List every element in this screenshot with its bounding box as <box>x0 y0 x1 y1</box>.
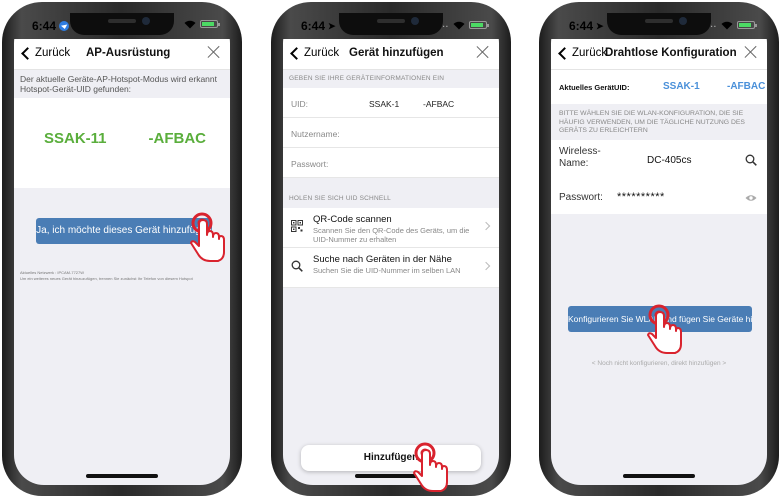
nav-bar: Zurück AP-Ausrüstung <box>14 39 230 70</box>
tap-hand-icon <box>413 442 448 492</box>
chevron-right-icon <box>481 221 491 231</box>
chevron-left-icon <box>290 46 303 60</box>
status-time: 6:44 <box>569 19 594 33</box>
wireless-name-value: DC-405cs <box>647 155 692 166</box>
scan-qr-title: QR-Code scannen <box>313 214 392 225</box>
network-note: Aktuelles Netzwerk : IPCAM-7727W Um ein … <box>20 270 226 281</box>
content: Aktuelles GerätUID: SSAK-1 -AFBAC BITTE … <box>551 70 767 485</box>
screen-wireless-config: 6:44➤ .... Zurück Drahtlose Konfiguratio… <box>551 13 767 485</box>
tap-hand-icon <box>647 304 682 354</box>
page-title: Drahtlose Konfiguration <box>605 47 737 59</box>
current-uid-value-1: SSAK-1 <box>663 81 700 92</box>
notch <box>339 13 443 35</box>
skip-config-link[interactable]: < Noch nicht konfigurieren, direkt hinzu… <box>551 360 767 367</box>
confirm-add-device-button[interactable]: Ja, ich möchte dieses Gerät hinzufügen <box>36 218 212 244</box>
search-nearby-item[interactable]: Suche nach Geräten in der Nähe Suchen Si… <box>283 248 499 288</box>
back-label: Zurück <box>304 47 340 59</box>
back-label: Zurück <box>572 47 608 59</box>
wireless-name-field[interactable]: Wireless-Name: DC-405cs <box>551 140 767 183</box>
wifi-icon <box>184 20 196 29</box>
screen-add-device: 6:44➤ .... Zurück Gerät hinzufügen GEBEN… <box>283 13 499 485</box>
password-field[interactable]: Passwort: <box>283 148 499 178</box>
chevron-left-icon <box>21 46 34 60</box>
uid-box: SSAK-11 -AFBAC <box>14 98 230 188</box>
hotspot-info-text: Der aktuelle Geräte-AP-Hotspot-Modus wir… <box>14 70 230 98</box>
section-header-device-info: GEBEN SIE IHRE GERÄTEINFORMATIONEN EIN <box>289 75 445 82</box>
wifi-config-description: BITTE WÄHLEN SIE DIE WLAN-KONFIGURATION,… <box>559 110 745 134</box>
content: Der aktuelle Geräte-AP-Hotspot-Modus wir… <box>14 70 230 485</box>
back-button[interactable]: Zurück <box>289 46 340 60</box>
back-button[interactable]: Zurück <box>20 46 71 60</box>
chevron-left-icon <box>558 46 571 60</box>
uid-part-1: SSAK-11 <box>44 130 107 147</box>
eye-icon[interactable] <box>745 194 757 202</box>
status-time: 6:44 <box>301 19 326 33</box>
battery-icon <box>737 20 757 29</box>
search-nearby-subtitle: Suchen Sie die UID-Nummer im selben LAN <box>313 266 461 275</box>
status-time: 6:44 <box>32 19 57 33</box>
notch <box>607 13 711 35</box>
close-icon[interactable] <box>743 44 757 58</box>
nav-bar: Zurück Drahtlose Konfiguration <box>551 39 767 70</box>
wifi-icon <box>721 21 733 29</box>
add-button[interactable]: Hinzufügen <box>301 445 481 471</box>
username-field[interactable]: Nutzername: <box>283 118 499 148</box>
location-icon <box>59 21 70 31</box>
current-uid-value-2: -AFBAC <box>727 81 766 92</box>
section-header-uid-quick: HOLEN SIE SICH UID SCHNELL <box>289 195 392 202</box>
battery-icon <box>200 20 220 28</box>
uid-display: SSAK-11 -AFBAC <box>44 130 206 147</box>
current-uid-row: Aktuelles GerätUID: SSAK-1 -AFBAC <box>551 70 767 104</box>
search-icon[interactable] <box>745 154 757 166</box>
close-icon[interactable] <box>475 44 489 58</box>
back-label: Zurück <box>35 47 71 59</box>
phone-3: 6:44➤ .... Zurück Drahtlose Konfiguratio… <box>539 2 779 496</box>
username-label: Nutzername: <box>291 129 340 139</box>
page-title: Gerät hinzufügen <box>349 47 444 59</box>
phone-2: 6:44➤ .... Zurück Gerät hinzufügen GEBEN… <box>271 2 511 496</box>
qr-code-icon <box>291 220 303 232</box>
password-label: Passwort: <box>291 159 329 169</box>
phone-1: 6:44 Zurück AP-Ausrüstung Der aktuelle G… <box>2 2 242 496</box>
scan-qr-subtitle: Scannen Sie den QR-Code des Geräts, um d… <box>313 226 470 244</box>
uid-value-1: SSAK-1 <box>369 99 400 109</box>
back-button[interactable]: Zurück <box>557 46 608 60</box>
battery-icon <box>469 20 489 29</box>
current-uid-label: Aktuelles GerätUID: <box>559 83 630 92</box>
uid-field[interactable]: UID: SSAK-1 -AFBAC <box>283 88 499 118</box>
scan-qr-item[interactable]: QR-Code scannen Scannen Sie den QR-Code … <box>283 208 499 248</box>
uid-value-2: -AFBAC <box>423 99 455 109</box>
location-arrow-icon: ➤ <box>596 20 604 31</box>
wifi-password-label: Passwort: <box>559 192 603 203</box>
home-indicator <box>623 474 695 478</box>
search-icon <box>291 260 303 272</box>
search-nearby-title: Suche nach Geräten in der Nähe <box>313 254 452 265</box>
page-title: AP-Ausrüstung <box>86 47 171 59</box>
nav-bar: Zurück Gerät hinzufügen <box>283 39 499 70</box>
uid-label: UID: <box>291 99 308 109</box>
content: GEBEN SIE IHRE GERÄTEINFORMATIONEN EIN U… <box>283 70 499 485</box>
network-line-2: Um ein weiteres neues Gerät hinzuzufügen… <box>20 275 193 281</box>
wifi-password-value: ********** <box>617 191 665 203</box>
home-indicator <box>86 474 158 478</box>
location-arrow-icon: ➤ <box>328 20 336 31</box>
wifi-icon <box>453 21 465 29</box>
uid-part-2: -AFBAC <box>148 130 207 147</box>
wireless-name-label: Wireless-Name: <box>559 146 601 169</box>
wifi-password-field[interactable]: Passwort: ********** <box>551 182 767 214</box>
chevron-right-icon <box>481 261 491 271</box>
tap-hand-icon <box>190 212 225 262</box>
close-icon[interactable] <box>206 44 220 58</box>
notch <box>70 13 174 35</box>
